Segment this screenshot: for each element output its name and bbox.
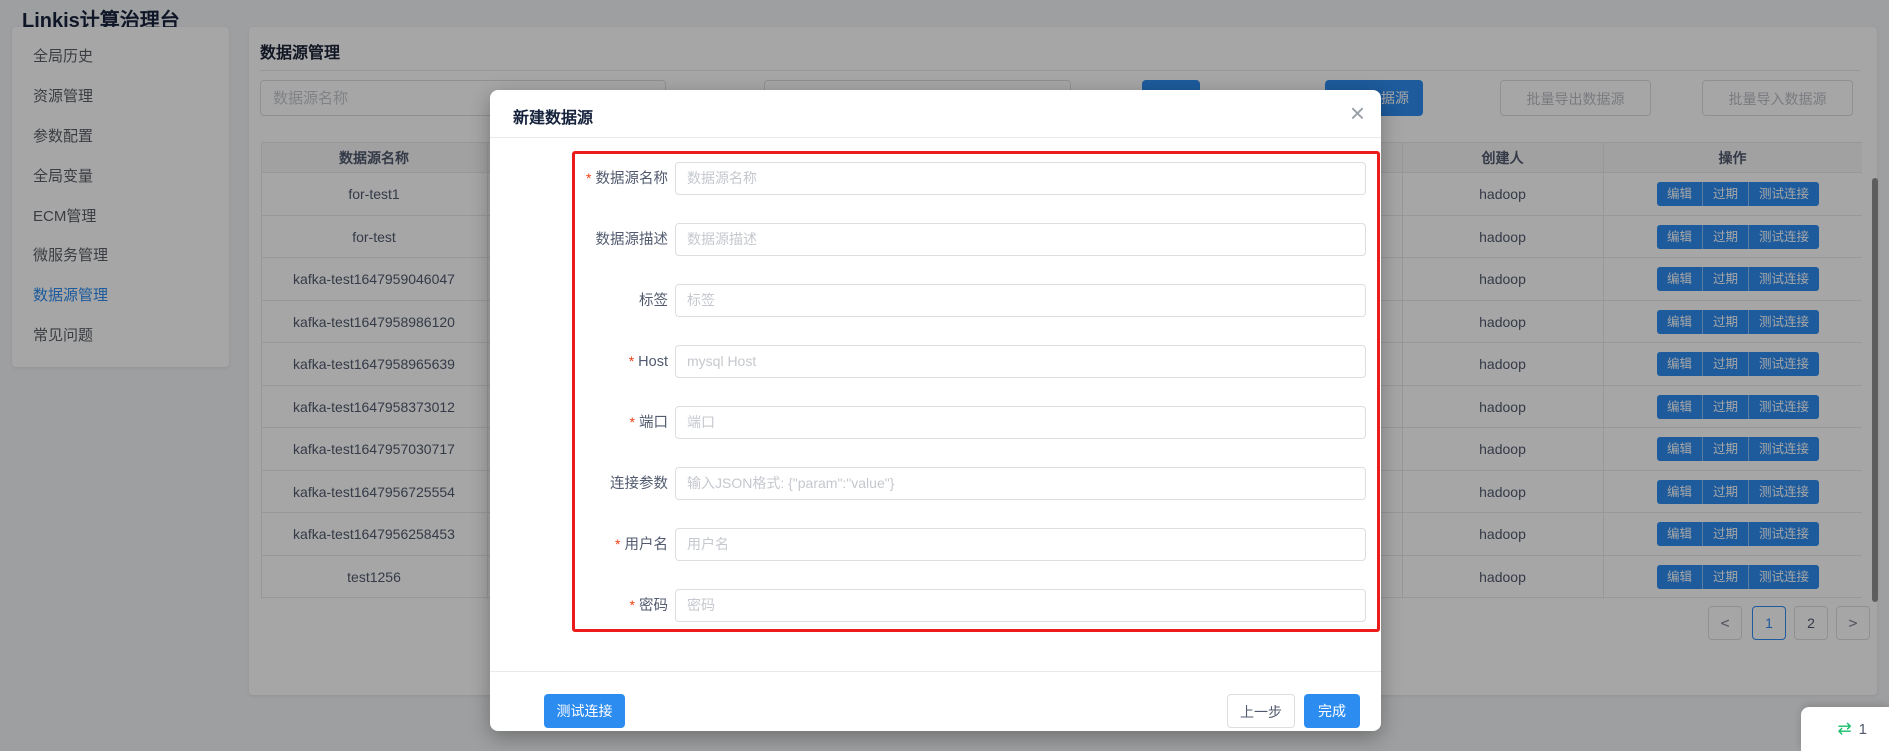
app-root: Linkis计算治理台 全局历史 资源管理 参数配置 全局变量 ECM管理 微服… — [0, 0, 1889, 751]
form-row: * 数据源名称 — [490, 162, 1381, 223]
previous-step-button[interactable]: 上一步 — [1227, 694, 1295, 728]
form-row: *Host — [490, 345, 1381, 406]
form-row: *端口 — [490, 406, 1381, 467]
form-label: *端口 — [490, 406, 668, 467]
form-label: * 用户名 — [490, 528, 668, 589]
form-label: * 数据源名称 — [490, 162, 668, 223]
form-field-input[interactable] — [675, 467, 1366, 500]
task-count: 1 — [1859, 721, 1867, 738]
form-label-text: 用户名 — [625, 537, 669, 553]
required-asterisk: * — [630, 597, 635, 613]
form-label: *数据源描述 — [490, 223, 668, 284]
form-field-input[interactable] — [675, 162, 1366, 195]
datasource-form: *数据源名称 *数据源描述 *标签 — [490, 162, 1381, 650]
modal-footer-divider — [490, 671, 1381, 672]
form-row: * 用户名 — [490, 528, 1381, 589]
form-label-text: 连接参数 — [610, 476, 668, 492]
form-label-text: 密码 — [639, 598, 668, 614]
form-row: *标签 — [490, 284, 1381, 345]
form-label-text: 数据源名称 — [596, 171, 669, 187]
form-field-input[interactable] — [675, 528, 1366, 561]
form-label: *连接参数 — [490, 467, 668, 528]
form-field-input[interactable] — [675, 284, 1366, 317]
form-field-input[interactable] — [675, 345, 1366, 378]
required-asterisk: * — [615, 536, 620, 552]
form-label: *标签 — [490, 284, 668, 345]
form-label-text: Host — [638, 354, 668, 370]
close-icon[interactable]: × — [1350, 95, 1365, 131]
required-asterisk: * — [630, 414, 635, 430]
form-field-input[interactable] — [675, 406, 1366, 439]
form-label: *Host — [490, 345, 668, 406]
form-field-input[interactable] — [675, 223, 1366, 256]
form-row: *密码 — [490, 589, 1381, 650]
form-row: *数据源描述 — [490, 223, 1381, 284]
form-field-input[interactable] — [675, 589, 1366, 622]
new-datasource-modal: 新建数据源 × *数据源名称 *数据源描述 — [490, 90, 1381, 731]
modal-title: 新建数据源 — [513, 104, 593, 128]
form-row: *连接参数 — [490, 467, 1381, 528]
modal-header-divider — [490, 137, 1381, 138]
required-asterisk: * — [629, 353, 634, 369]
swap-arrows-icon: ⇄ — [1837, 719, 1851, 739]
form-label-text: 端口 — [639, 415, 668, 431]
form-label-text: 标签 — [639, 293, 668, 309]
form-label: *密码 — [490, 589, 668, 650]
test-connection-button[interactable]: 测试连接 — [544, 694, 625, 728]
required-asterisk: * — [586, 170, 591, 186]
form-label-text: 数据源描述 — [596, 232, 669, 248]
task-count-widget[interactable]: ⇄ 1 — [1801, 707, 1889, 751]
finish-button[interactable]: 完成 — [1304, 694, 1360, 728]
